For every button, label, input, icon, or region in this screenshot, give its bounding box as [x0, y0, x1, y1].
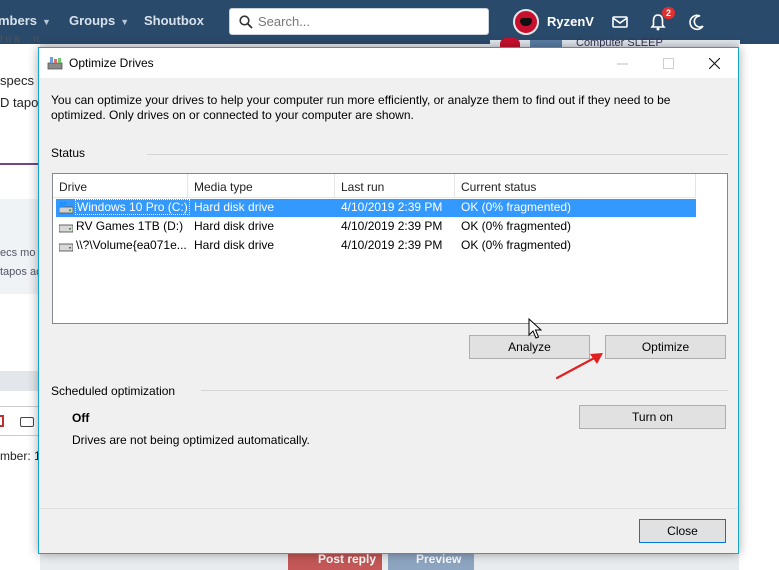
drive-name: Windows 10 Pro (C:)	[75, 199, 190, 215]
background-post-area: t u a . . ro o o . specs n D tapo ecs mo…	[0, 34, 40, 570]
drive-last-run: 4/10/2019 2:39 PM	[341, 238, 443, 252]
drive-status: OK (0% fragmented)	[461, 238, 572, 252]
drive-row-volume[interactable]: \\?\Volume{ea071e... Hard disk drive 4/1…	[56, 237, 696, 255]
close-window-button[interactable]	[692, 48, 738, 78]
camera-icon[interactable]	[20, 417, 34, 427]
search-input[interactable]	[258, 12, 478, 31]
username[interactable]: RyzenV	[547, 14, 594, 29]
divider	[0, 163, 40, 165]
close-icon	[709, 58, 720, 69]
status-divider	[147, 154, 728, 155]
drive-name: RV Games 1TB (D:)	[76, 219, 184, 233]
scheduled-section-label: Scheduled optimization	[51, 384, 176, 398]
drive-status: OK (0% fragmented)	[461, 219, 572, 233]
chevron-down-icon: ▼	[42, 17, 51, 27]
drive-last-run: 4/10/2019 2:39 PM	[341, 200, 443, 214]
drives-list-header: Drive Media type Last run Current status	[53, 174, 696, 198]
column-current-status[interactable]: Current status	[455, 174, 696, 198]
close-button[interactable]: Close	[639, 519, 726, 543]
turn-on-button[interactable]: Turn on	[579, 405, 726, 429]
moon-icon[interactable]	[687, 12, 707, 32]
maximize-icon	[663, 58, 674, 69]
drive-media-type: Hard disk drive	[194, 219, 275, 233]
bg-text: D tapo	[0, 95, 39, 110]
hard-drive-icon	[59, 243, 73, 252]
drives-list[interactable]: Drive Media type Last run Current status…	[52, 173, 728, 324]
drive-row-c[interactable]: Windows 10 Pro (C:) Hard disk drive 4/10…	[56, 199, 696, 217]
bg-text: specs n	[0, 73, 40, 88]
optimize-button[interactable]: Optimize	[605, 335, 726, 359]
defrag-app-icon	[47, 57, 63, 70]
minimize-button[interactable]	[600, 48, 646, 78]
drive-last-run: 4/10/2019 2:39 PM	[341, 219, 443, 233]
nav-groups[interactable]: Groups ▼	[69, 13, 129, 28]
title-bar[interactable]: Optimize Drives	[39, 48, 738, 78]
nav-members[interactable]: mbers ▼	[0, 13, 51, 28]
maximize-button[interactable]	[646, 48, 692, 78]
bg-text: t u a . . ro o o .	[0, 34, 40, 45]
bg-text: mber: 1	[0, 449, 40, 463]
drive-media-type: Hard disk drive	[194, 200, 275, 214]
column-drive[interactable]: Drive	[53, 174, 188, 198]
post-reply-label: Post reply	[318, 552, 377, 566]
mail-icon[interactable]	[610, 12, 630, 32]
windows-drive-icon	[59, 202, 73, 214]
nav-members-label: mbers	[0, 13, 38, 28]
drive-status: OK (0% fragmented)	[461, 200, 572, 214]
dialog-description: You can optimize your drives to help you…	[51, 93, 671, 122]
dialog-footer: Close	[39, 508, 738, 553]
notification-badge: 2	[662, 7, 676, 19]
bg-text: ecs mo	[0, 247, 36, 259]
status-section-label: Status	[51, 146, 86, 160]
schedule-state: Off	[72, 411, 90, 425]
drive-row-d[interactable]: RV Games 1TB (D:) Hard disk drive 4/10/2…	[56, 218, 696, 236]
drive-name: \\?\Volume{ea071e...	[76, 238, 187, 252]
minimize-icon	[617, 63, 628, 65]
nav-groups-label: Groups	[69, 13, 116, 28]
bg-panel	[0, 371, 40, 391]
optimize-drives-dialog: Optimize Drives You can optimize your dr…	[38, 47, 739, 554]
image-icon[interactable]	[0, 415, 4, 427]
search-box[interactable]	[229, 8, 489, 35]
annotation-arrow-icon	[555, 353, 603, 380]
search-icon	[239, 15, 253, 29]
column-media-type[interactable]: Media type	[188, 174, 335, 198]
background-sidebar	[739, 44, 779, 570]
mouse-cursor-icon	[528, 318, 542, 339]
scheduled-divider	[201, 390, 728, 391]
hard-drive-icon	[59, 224, 73, 233]
column-last-run[interactable]: Last run	[335, 174, 455, 198]
chevron-down-icon: ▼	[120, 17, 130, 27]
avatar[interactable]	[513, 9, 539, 35]
bg-text: tapos ad	[0, 266, 40, 278]
schedule-description: Drives are not being optimized automatic…	[72, 433, 310, 447]
nav-shoutbox[interactable]: Shoutbox	[144, 13, 204, 28]
drive-media-type: Hard disk drive	[194, 238, 275, 252]
editor-toolbar	[0, 406, 40, 436]
preview-label: Preview	[416, 552, 462, 566]
window-title: Optimize Drives	[69, 56, 154, 70]
